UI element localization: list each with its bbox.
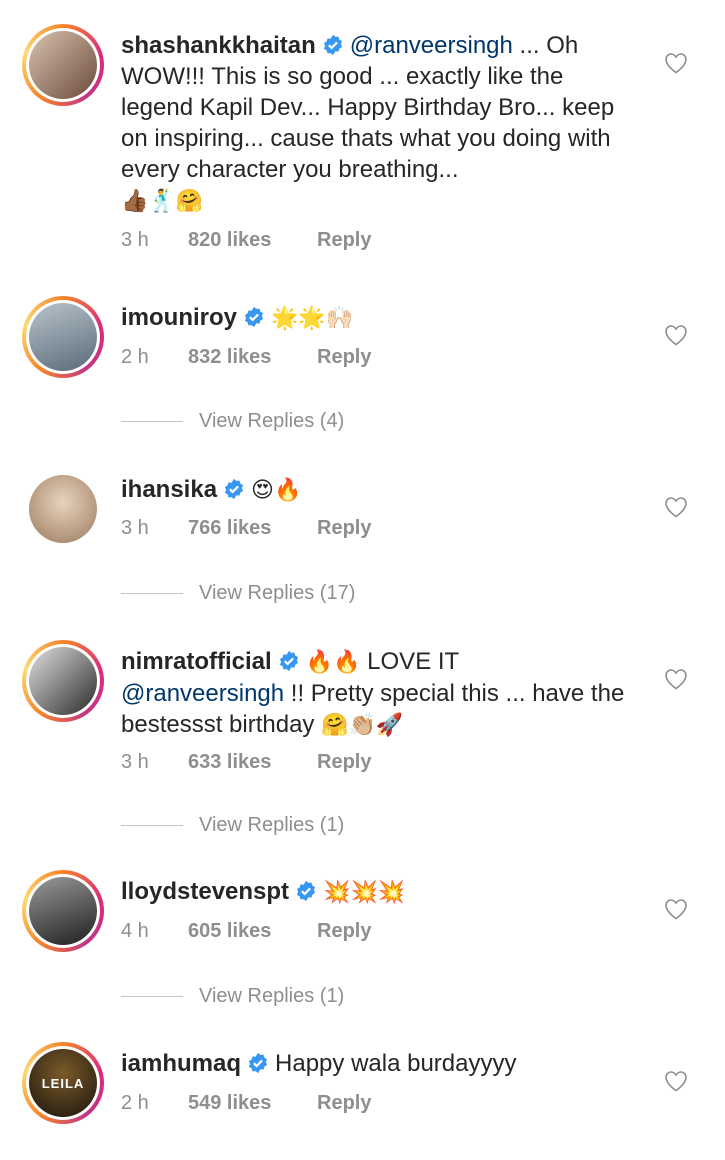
- comment-prefix-text: LOVE IT: [360, 648, 460, 675]
- comment-text: imouniroy 🌟🌟🙌🏻: [121, 302, 641, 334]
- avatar[interactable]: [22, 24, 104, 106]
- comment-prefix-emojis: 🔥🔥: [305, 650, 361, 675]
- timestamp: 2 h: [121, 1092, 149, 1114]
- timestamp: 4 h: [121, 920, 149, 942]
- view-replies-label[interactable]: View Replies (4): [199, 410, 344, 433]
- comment-text: nimratofficial 🔥🔥 LOVE IT @ranveersingh !!…: [121, 646, 641, 741]
- username[interactable]: ihansika: [121, 476, 217, 503]
- likes-count[interactable]: 766 likes: [188, 517, 317, 540]
- view-replies-label[interactable]: View Replies (1): [199, 985, 344, 1008]
- reply-button[interactable]: Reply: [317, 920, 371, 943]
- username[interactable]: iamhumaq: [121, 1050, 241, 1077]
- heart-outline-icon[interactable]: [664, 898, 688, 920]
- comment-emojis: 👍🏾🕺🤗: [121, 189, 204, 214]
- reply-button[interactable]: Reply: [317, 346, 371, 369]
- avatar[interactable]: [22, 870, 104, 952]
- timestamp: 3 h: [121, 229, 149, 251]
- likes-count[interactable]: 832 likes: [188, 346, 317, 369]
- username[interactable]: nimratofficial: [121, 648, 272, 675]
- username[interactable]: shashankkhaitan: [121, 32, 316, 59]
- verified-badge-icon: [296, 880, 316, 902]
- avatar-image: LEILA: [29, 1049, 97, 1117]
- comment-text: ihansika 😍🔥: [121, 474, 641, 506]
- view-replies-button[interactable]: View Replies (1): [121, 814, 344, 837]
- divider: [121, 421, 183, 422]
- username[interactable]: lloydstevenspt: [121, 878, 289, 905]
- heart-outline-icon[interactable]: [664, 1070, 688, 1092]
- likes-count[interactable]: 820 likes: [188, 229, 317, 252]
- comment-emojis: 🌟🌟🙌🏻: [271, 306, 354, 331]
- heart-outline-icon[interactable]: [664, 324, 688, 346]
- verified-badge-icon: [248, 1052, 268, 1074]
- comment-emojis: 😍🔥: [251, 478, 302, 503]
- divider: [121, 996, 183, 997]
- view-replies-button[interactable]: View Replies (17): [121, 582, 355, 605]
- view-replies-button[interactable]: View Replies (4): [121, 410, 344, 433]
- verified-badge-icon: [323, 34, 342, 56]
- reply-button[interactable]: Reply: [317, 751, 371, 774]
- divider: [121, 593, 183, 594]
- avatar[interactable]: LEILA: [22, 1042, 104, 1124]
- avatar[interactable]: [22, 296, 104, 378]
- avatar[interactable]: [22, 468, 104, 550]
- comment-body: Happy wala burdayyyy: [275, 1050, 517, 1077]
- reply-button[interactable]: Reply: [317, 517, 371, 540]
- avatar[interactable]: [22, 640, 104, 722]
- reply-button[interactable]: Reply: [317, 1092, 371, 1115]
- view-replies-label[interactable]: View Replies (1): [199, 814, 344, 837]
- timestamp: 3 h: [121, 751, 149, 773]
- comment-meta: 3 h 766 likes Reply: [121, 517, 371, 540]
- mention-link[interactable]: @ranveersingh: [350, 32, 513, 59]
- verified-badge-icon: [244, 306, 264, 328]
- verified-badge-icon: [224, 478, 244, 500]
- comment-emojis: 💥💥💥: [323, 880, 406, 905]
- verified-badge-icon: [279, 650, 298, 672]
- comment-meta: 4 h 605 likes Reply: [121, 920, 371, 943]
- likes-count[interactable]: 633 likes: [188, 751, 317, 774]
- comment-text: lloydstevenspt 💥💥💥: [121, 876, 641, 908]
- comment-meta: 2 h 549 likes Reply: [121, 1092, 371, 1115]
- view-replies-button[interactable]: View Replies (1): [121, 985, 344, 1008]
- username[interactable]: imouniroy: [121, 304, 237, 331]
- comment-meta: 3 h 820 likes Reply: [121, 229, 371, 252]
- timestamp: 3 h: [121, 517, 149, 539]
- comment-emojis: 🤗👏🏼🚀: [321, 713, 404, 738]
- likes-count[interactable]: 605 likes: [188, 920, 317, 943]
- mention-link[interactable]: @ranveersingh: [121, 680, 284, 707]
- likes-count[interactable]: 549 likes: [188, 1092, 317, 1115]
- divider: [121, 825, 183, 826]
- comment-meta: 2 h 832 likes Reply: [121, 346, 371, 369]
- comment-meta: 3 h 633 likes Reply: [121, 751, 371, 774]
- reply-button[interactable]: Reply: [317, 229, 371, 252]
- heart-outline-icon[interactable]: [664, 496, 688, 518]
- comment-text: iamhumaq Happy wala burdayyyy: [121, 1048, 641, 1079]
- view-replies-label[interactable]: View Replies (17): [199, 582, 355, 605]
- comment-text: shashankkhaitan @ranveersingh ... Oh WOW!…: [121, 30, 641, 217]
- heart-outline-icon[interactable]: [664, 668, 688, 690]
- heart-outline-icon[interactable]: [664, 52, 688, 74]
- timestamp: 2 h: [121, 346, 149, 368]
